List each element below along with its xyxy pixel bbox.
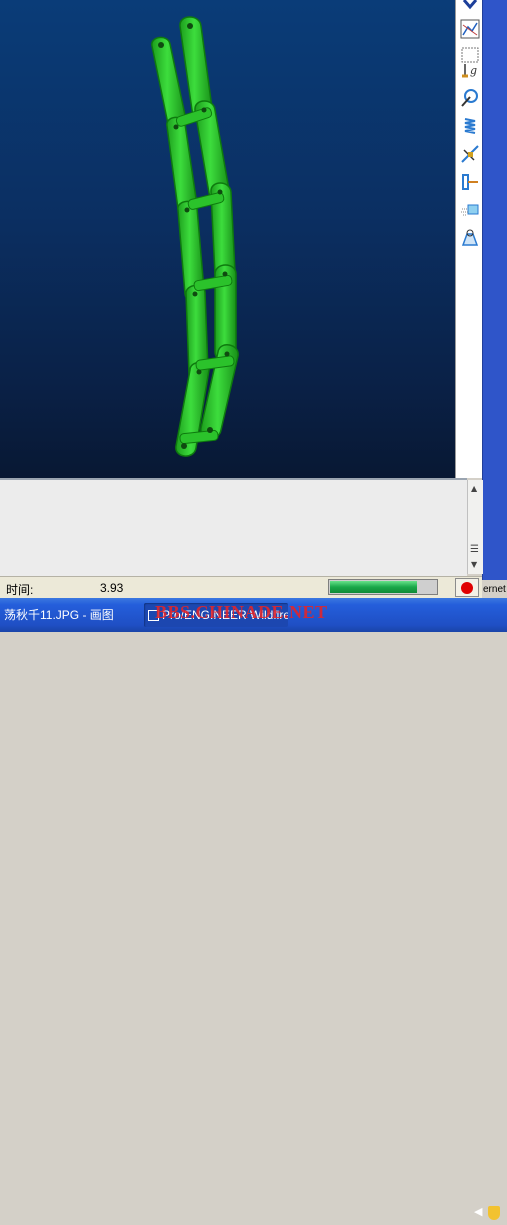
taskbar-item-paint[interactable]: 荡秋千11.JPG - 画图: [0, 603, 144, 627]
stop-button[interactable]: [455, 578, 479, 597]
tray-expand-icon[interactable]: ◀: [474, 1205, 482, 1218]
motor-icon[interactable]: [458, 86, 481, 109]
chain-model: [151, 16, 239, 457]
gravity-icon[interactable]: g: [458, 59, 481, 82]
security-shield-icon[interactable]: [488, 1206, 500, 1220]
spring-icon[interactable]: [458, 114, 481, 137]
time-value: 3.93: [100, 581, 124, 595]
scroll-down-icon[interactable]: ▼: [471, 560, 477, 569]
background-window-text: ernet: [483, 584, 507, 595]
stop-icon: [461, 581, 473, 594]
graph-icon[interactable]: [458, 17, 481, 40]
background-window-edge: ernet: [482, 0, 507, 595]
force-torque-icon[interactable]: [458, 170, 481, 193]
collapse-arrow-icon[interactable]: [458, 0, 481, 15]
scroll-up-icon[interactable]: ▲: [471, 484, 477, 493]
damper-icon[interactable]: [458, 142, 481, 165]
playback-status-bar: 时间: 3.93: [0, 576, 482, 599]
time-label: 时间:: [6, 583, 34, 597]
message-scrollbar[interactable]: ▲ ☰ ▼: [467, 480, 483, 574]
graphics-viewport[interactable]: [0, 0, 455, 478]
watermark: BBS.CHINADE.NET: [155, 602, 328, 622]
mechanism-toolbar: g: [455, 0, 483, 478]
svg-text:g: g: [470, 64, 477, 77]
initial-condition-icon[interactable]: [458, 198, 481, 221]
mass-properties-icon[interactable]: [458, 226, 481, 249]
message-area: [0, 478, 467, 576]
progress-bar: [328, 579, 438, 595]
progress-fill: [330, 581, 417, 593]
scroll-menu-icon[interactable]: ☰: [470, 544, 479, 555]
system-tray: ◀: [470, 1201, 507, 1225]
